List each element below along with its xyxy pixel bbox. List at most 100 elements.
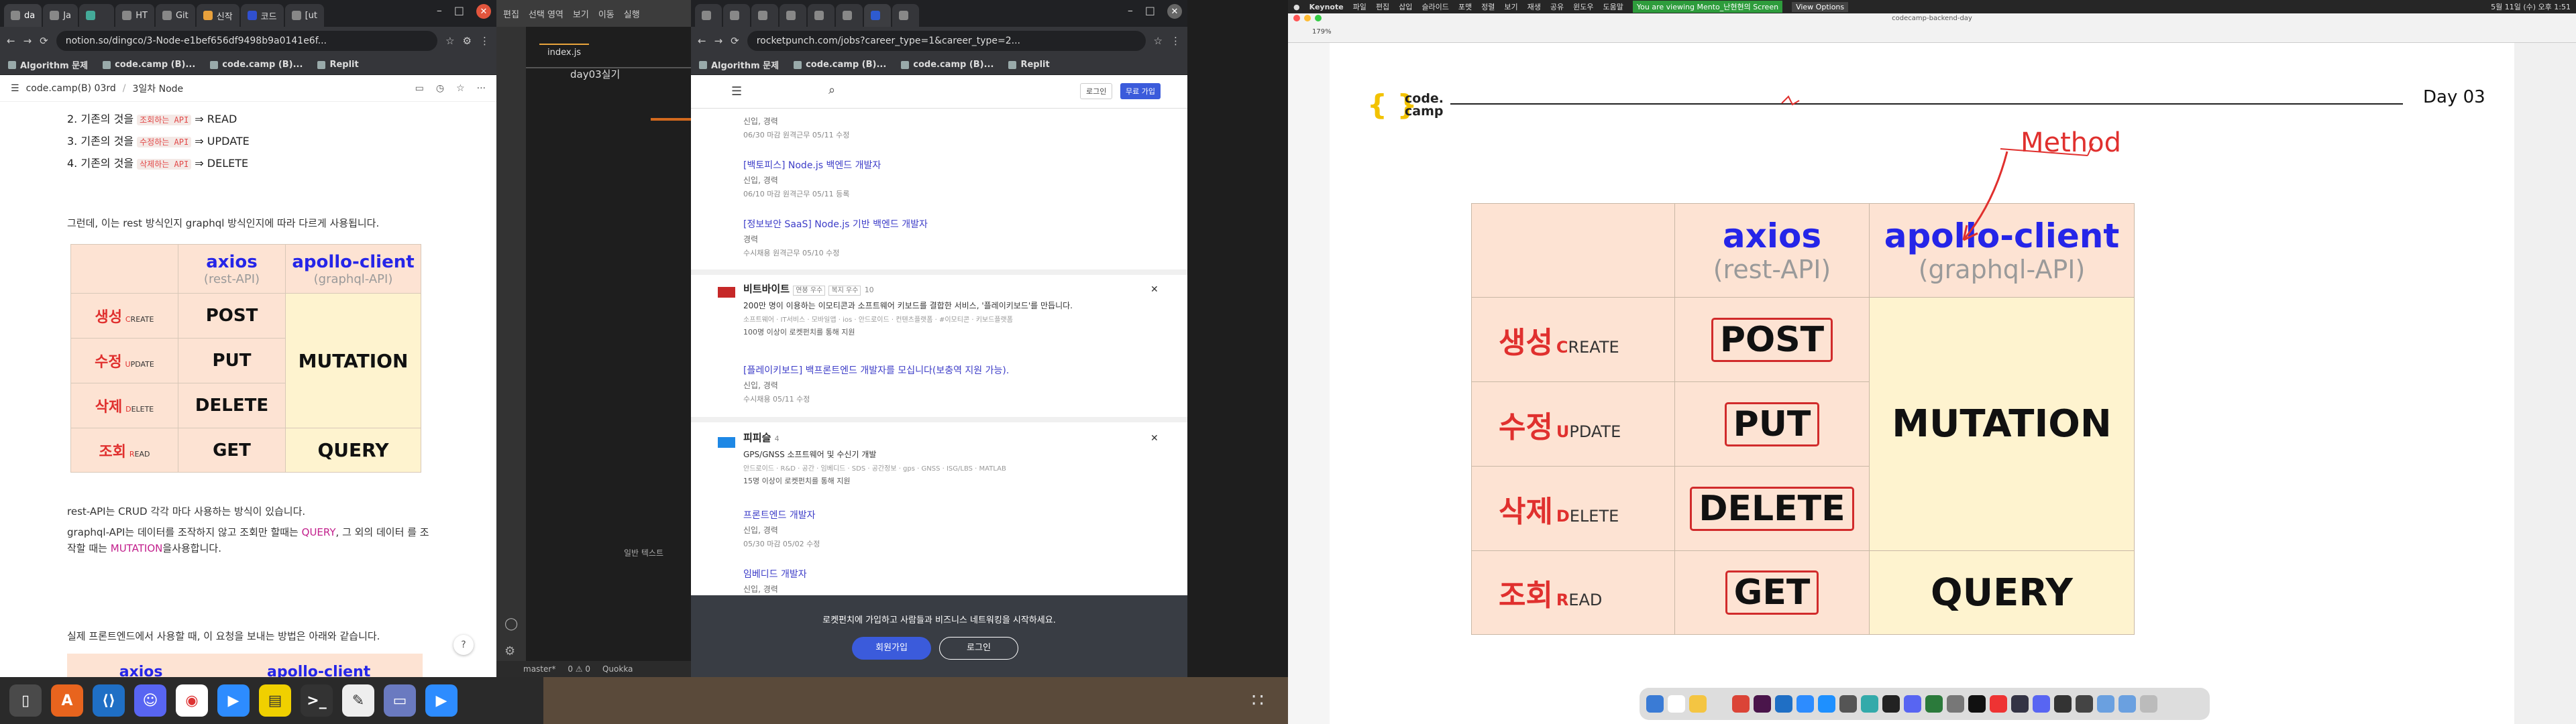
menu-icon[interactable]: ⋮	[1171, 35, 1181, 47]
trash-icon[interactable]	[2140, 695, 2157, 713]
app-icon[interactable]	[1925, 695, 1943, 713]
job-item[interactable]: 임베디드 개발자 신입, 경력	[743, 567, 807, 595]
menu-item[interactable]: 편집	[1376, 1, 1389, 12]
terminal2-icon[interactable]: >_	[301, 684, 333, 717]
job-item[interactable]: [플레이키보드] 백프론트엔드 개발자를 모십니다(보충역 지원 가능). 신입,…	[743, 363, 1009, 404]
bookmark[interactable]: Replit	[1008, 60, 1050, 70]
browser-tab[interactable]: da	[4, 4, 42, 27]
zoom2-icon[interactable]: ▶	[425, 684, 458, 717]
terminal-icon[interactable]: ▯	[9, 684, 42, 717]
breadcrumb-item[interactable]: 3일차 Node	[132, 82, 183, 95]
app-icon[interactable]	[2033, 695, 2050, 713]
browser-tab[interactable]	[79, 4, 115, 27]
close-icon[interactable]: ✕	[476, 4, 491, 19]
forward-icon[interactable]: →	[714, 35, 723, 47]
menu-item[interactable]: 포맷	[1458, 1, 1472, 12]
star-icon[interactable]: ☆	[1154, 35, 1163, 47]
app-icon[interactable]	[2076, 695, 2093, 713]
browser-tab[interactable]	[892, 4, 919, 27]
browser-tab[interactable]	[836, 4, 863, 27]
browser-tab[interactable]	[808, 4, 835, 27]
store-icon[interactable]: A	[51, 684, 83, 717]
quokka-status[interactable]: Quokka	[602, 664, 633, 674]
login-button[interactable]: 로그인	[1080, 83, 1113, 99]
job-title[interactable]: [플레이키보드] 백프론트엔드 개발자를 모십니다(보충역 지원 가능).	[743, 363, 1009, 377]
browser-tab[interactable]	[695, 4, 722, 27]
problems-status[interactable]: 0 ⚠ 0	[568, 664, 590, 674]
app-icon[interactable]	[2054, 695, 2072, 713]
browser-tab[interactable]: HT	[115, 4, 154, 27]
maximize-icon[interactable]: □	[454, 4, 464, 19]
bookmark[interactable]: code.camp (B)...	[794, 60, 886, 70]
star-icon[interactable]: ☆	[445, 35, 454, 47]
menu-item[interactable]: 정렬	[1481, 1, 1495, 12]
comment-icon[interactable]: ▭	[415, 83, 424, 94]
job-item[interactable]: 프론트엔드 개발자 신입, 경력 05/30 마감 05/02 수정	[743, 508, 820, 549]
app-icon[interactable]	[1968, 695, 1986, 713]
browser-tab[interactable]: Ja	[43, 4, 78, 27]
files-icon[interactable]: ▤	[259, 684, 291, 717]
maximize-icon[interactable]: □	[1145, 4, 1155, 19]
vscode-icon[interactable]	[1775, 695, 1792, 713]
help-button[interactable]: ?	[453, 635, 474, 655]
editor-icon[interactable]: ✎	[342, 684, 374, 717]
discord-icon[interactable]	[1904, 695, 1921, 713]
browser-tab[interactable]: Git	[155, 4, 195, 27]
bookmark[interactable]: code.camp (B)...	[210, 60, 303, 70]
chrome-icon[interactable]	[1732, 695, 1750, 713]
extensions-icon[interactable]: ⚙	[463, 35, 472, 47]
app-grid-icon[interactable]: ∷	[1252, 689, 1264, 711]
job-item[interactable]: [백토피스] Node.js 백엔드 개발자 신입, 경력 06/10 마감 원격근…	[743, 158, 881, 199]
browser-tab[interactable]: [ut	[284, 4, 324, 27]
menu-item[interactable]: 보기	[1504, 1, 1517, 12]
job-title[interactable]: 임베디드 개발자	[743, 567, 807, 581]
banner-signup-button[interactable]: 회원가입	[852, 637, 931, 660]
banner-login-button[interactable]: 로그인	[939, 637, 1018, 660]
menu-item[interactable]: 슬라이드	[1421, 1, 1448, 12]
editor-tab[interactable]: index.js	[539, 44, 590, 61]
folder-icon[interactable]	[2118, 695, 2136, 713]
launchpad-icon[interactable]	[1711, 695, 1728, 713]
menu-icon[interactable]: ⋮	[480, 35, 490, 47]
menu-item[interactable]: 선택 영역	[529, 7, 564, 20]
settings-gear-icon[interactable]: ⚙	[504, 644, 526, 658]
bookmark[interactable]: Replit	[317, 60, 359, 70]
account-icon[interactable]: ◯	[504, 617, 526, 631]
signup-button[interactable]: 무료 가입	[1120, 83, 1161, 99]
keynote-icon[interactable]	[1818, 695, 1835, 713]
app-menu[interactable]: Keynote	[1309, 3, 1344, 11]
company-name[interactable]: 피피슬	[743, 432, 771, 444]
app-icon[interactable]	[1990, 695, 2007, 713]
minimize-icon[interactable]: –	[437, 4, 442, 19]
sidebar-toggle-icon[interactable]: ☰	[11, 83, 19, 94]
browser-tab[interactable]	[751, 4, 778, 27]
folder-icon[interactable]	[2097, 695, 2114, 713]
slack-icon[interactable]	[1754, 695, 1771, 713]
calendar-icon[interactable]	[1668, 695, 1685, 713]
zoom-level[interactable]: 179%	[1312, 28, 1332, 36]
zoom-icon[interactable]	[1796, 695, 1814, 713]
browser-tab[interactable]	[780, 4, 806, 27]
close-icon[interactable]: ✕	[1150, 284, 1159, 295]
bookmark[interactable]: Algorithm 문제	[8, 58, 88, 71]
reload-icon[interactable]: ⟳	[40, 35, 48, 47]
zoom-icon[interactable]: ▶	[217, 684, 250, 717]
more-icon[interactable]: ···	[477, 83, 486, 94]
breadcrumb-item[interactable]: code.camp(B) 03rd	[26, 83, 116, 94]
back-icon[interactable]: ←	[698, 35, 706, 47]
discord-icon[interactable]: ☺	[134, 684, 166, 717]
reload-icon[interactable]: ⟳	[731, 35, 739, 47]
close-icon[interactable]: ✕	[1167, 4, 1182, 19]
browser-tab[interactable]: 신작	[196, 4, 239, 27]
terminal-icon[interactable]	[1839, 695, 1857, 713]
url-field[interactable]: notion.so/dingco/3-Node-e1bef656df9498b9…	[56, 31, 438, 51]
minimize-icon[interactable]: –	[1128, 4, 1133, 19]
git-branch-status[interactable]: master*	[523, 664, 555, 674]
favorite-icon[interactable]: ☆	[456, 83, 465, 94]
job-item[interactable]: [정보보안 SaaS] Node.js 기반 백엔드 개발자 경력 수시채용 원격근…	[743, 217, 928, 258]
menu-item[interactable]: 보기	[573, 7, 589, 20]
back-icon[interactable]: ←	[7, 35, 15, 47]
menu-item[interactable]: 실행	[624, 7, 640, 20]
finder-icon[interactable]	[1646, 695, 1664, 713]
menu-item[interactable]: 편집	[503, 7, 519, 20]
